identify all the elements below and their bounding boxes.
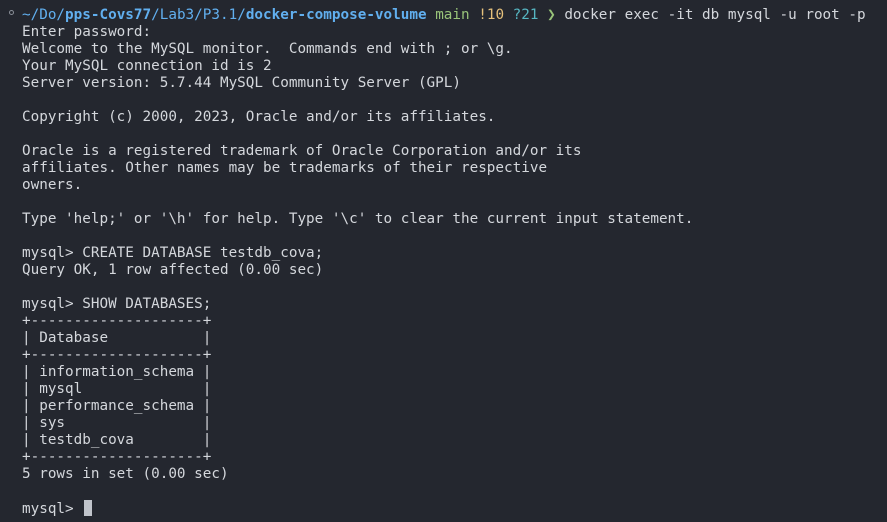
prompt-path-repo: pps-Covs77 xyxy=(65,7,152,23)
git-modified-count: !10 xyxy=(478,7,505,23)
git-branch: main xyxy=(435,7,470,23)
shell-prompt-line: ~/Do/pps-Covs77/Lab3/P3.1/docker-compose… xyxy=(22,7,887,24)
table-row: | information_schema | xyxy=(22,364,212,380)
table-row: | performance_schema | xyxy=(22,398,212,414)
output-line: Type 'help;' or '\h' for help. Type '\c'… xyxy=(22,211,694,227)
table-header: | Database | xyxy=(22,330,212,346)
output-line: Your MySQL connection id is 2 xyxy=(22,58,272,74)
shell-command: docker exec -it db mysql -u root -p xyxy=(564,7,866,23)
output-line: Oracle is a registered trademark of Orac… xyxy=(22,143,582,159)
prompt-status-icon xyxy=(9,10,14,15)
output-line: Query OK, 1 row affected (0.00 sec) xyxy=(22,262,324,278)
output-line: Copyright (c) 2000, 2023, Oracle and/or … xyxy=(22,109,496,125)
prompt-path-prefix: ~/Do/ xyxy=(22,7,66,23)
mysql-input-line[interactable]: mysql> xyxy=(22,500,887,517)
text-cursor[interactable] xyxy=(84,500,93,516)
output-line: owners. xyxy=(22,177,83,193)
table-row: | sys | xyxy=(22,415,212,431)
mysql-prompt: mysql> xyxy=(22,501,83,517)
mysql-command-line: mysql> CREATE DATABASE testdb_cova; xyxy=(22,245,324,261)
table-border: +--------------------+ xyxy=(22,313,212,329)
prompt-chevron-icon: ❯ xyxy=(547,7,556,23)
table-row: | testdb_cova | xyxy=(22,432,212,448)
terminal-window[interactable]: ~/Do/pps-Covs77/Lab3/P3.1/docker-compose… xyxy=(0,0,887,522)
prompt-path-dir: docker-compose-volume xyxy=(245,7,427,23)
output-line: Welcome to the MySQL monitor. Commands e… xyxy=(22,41,513,57)
output-line: 5 rows in set (0.00 sec) xyxy=(22,466,229,482)
git-untracked-count: ?21 xyxy=(512,7,539,23)
table-border: +--------------------+ xyxy=(22,449,212,465)
output-line: Enter password: xyxy=(22,24,152,40)
prompt-path-mid: /Lab3/P3.1/ xyxy=(151,7,246,23)
mysql-command-line: mysql> SHOW DATABASES; xyxy=(22,296,212,312)
table-row: | mysql | xyxy=(22,381,212,397)
output-line: Server version: 5.7.44 MySQL Community S… xyxy=(22,75,461,91)
table-border: +--------------------+ xyxy=(22,347,212,363)
output-line: affiliates. Other names may be trademark… xyxy=(22,160,548,176)
